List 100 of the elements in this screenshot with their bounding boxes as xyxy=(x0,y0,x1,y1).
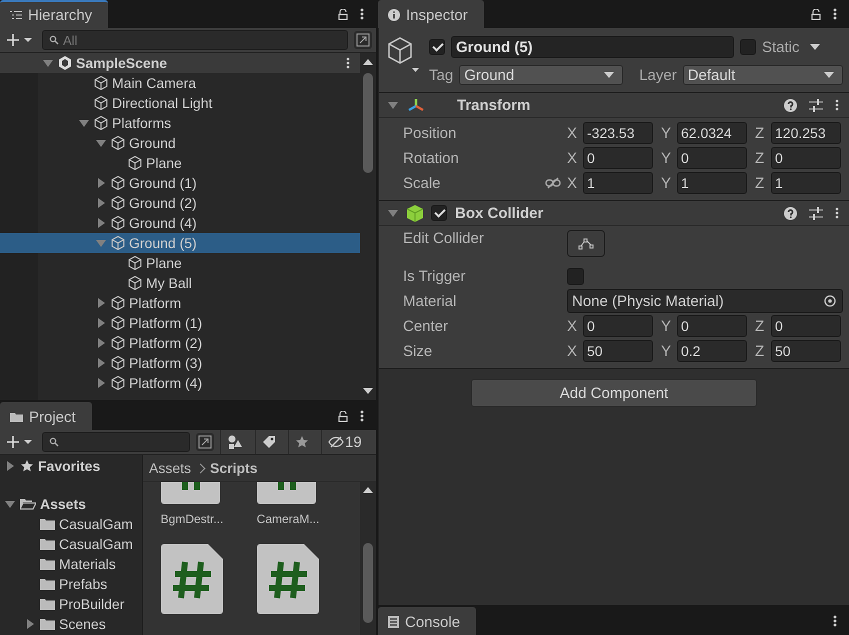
expand-arrow-icon[interactable] xyxy=(387,99,399,111)
script-file-item[interactable]: CameraM... xyxy=(241,482,335,526)
expand-arrow-icon[interactable] xyxy=(24,618,36,630)
expand-arrow-icon[interactable] xyxy=(4,498,16,510)
project-folder-item[interactable]: Materials xyxy=(0,554,142,574)
expand-search-button[interactable] xyxy=(196,433,214,451)
scrollbar[interactable] xyxy=(360,481,376,635)
expand-search-button[interactable] xyxy=(354,31,372,49)
expand-arrow-icon[interactable] xyxy=(42,57,54,69)
number-field[interactable]: 50 xyxy=(583,340,653,362)
expand-arrow-icon[interactable] xyxy=(95,317,107,329)
hierarchy-item[interactable]: Platform (4) xyxy=(0,373,360,393)
number-field[interactable]: 0 xyxy=(583,315,653,337)
more-icon[interactable] xyxy=(835,207,839,219)
breadcrumb-link[interactable]: Assets xyxy=(149,460,192,476)
project-folder-item[interactable]: Favorites xyxy=(0,456,142,476)
project-folder-item[interactable]: CasualGam xyxy=(0,514,142,534)
open-folder-icon xyxy=(20,498,36,510)
expand-arrow-icon[interactable] xyxy=(95,337,107,349)
hierarchy-item[interactable]: Ground xyxy=(0,133,360,153)
number-field[interactable]: 0.2 xyxy=(677,340,747,362)
expand-arrow-icon[interactable] xyxy=(95,177,107,189)
caret-icon[interactable] xyxy=(810,44,820,50)
number-field[interactable]: 120.253 xyxy=(771,122,841,144)
more-icon[interactable] xyxy=(833,8,837,20)
project-tab[interactable]: Project xyxy=(0,402,92,430)
number-field[interactable]: 1 xyxy=(677,172,747,194)
number-field[interactable]: 1 xyxy=(583,172,653,194)
more-icon[interactable] xyxy=(360,8,364,20)
edit-collider-button[interactable] xyxy=(567,230,605,257)
hierarchy-item[interactable]: Platform (1) xyxy=(0,313,360,333)
component-enabled-checkbox[interactable] xyxy=(431,205,447,221)
expand-arrow-icon[interactable] xyxy=(4,460,16,472)
expand-arrow-icon[interactable] xyxy=(95,137,107,149)
breadcrumb-link[interactable]: Scripts xyxy=(210,460,258,476)
hierarchy-item[interactable]: Directional Light xyxy=(0,93,360,113)
scene-row[interactable]: SampleScene xyxy=(0,53,360,73)
inspector-tab[interactable]: Inspector xyxy=(378,0,484,28)
number-field[interactable]: 0 xyxy=(771,147,841,169)
layer-dropdown[interactable]: Default xyxy=(682,65,843,85)
lock-icon[interactable] xyxy=(338,410,348,422)
expand-arrow-icon[interactable] xyxy=(95,217,107,229)
number-field[interactable]: 62.0324 xyxy=(677,122,747,144)
sliders-icon[interactable] xyxy=(809,98,823,112)
hierarchy-item[interactable]: Ground (2) xyxy=(0,193,360,213)
project-folder-item[interactable]: ProBuilder xyxy=(0,594,142,614)
search-field[interactable] xyxy=(42,432,190,452)
number-field[interactable]: 0 xyxy=(677,315,747,337)
target-icon[interactable] xyxy=(824,295,836,307)
number-field[interactable]: 1 xyxy=(771,172,841,194)
number-field[interactable]: 0 xyxy=(771,315,841,337)
number-field[interactable]: 0 xyxy=(677,147,747,169)
expand-arrow-icon[interactable] xyxy=(95,197,107,209)
hierarchy-item[interactable]: My Ball xyxy=(0,273,360,293)
expand-arrow-icon[interactable] xyxy=(387,207,399,219)
hierarchy-item[interactable]: Platform xyxy=(0,293,360,313)
active-checkbox[interactable] xyxy=(429,39,445,55)
sliders-icon[interactable] xyxy=(809,206,823,220)
component-header[interactable]: Box Collider xyxy=(379,201,849,226)
hierarchy-item[interactable]: Ground (5) xyxy=(0,233,360,253)
hierarchy-item[interactable]: Ground (1) xyxy=(0,173,360,193)
hierarchy-item[interactable]: Platforms xyxy=(0,113,360,133)
component-header[interactable]: Transform xyxy=(379,93,849,118)
help-icon[interactable] xyxy=(784,206,797,220)
expand-arrow-icon[interactable] xyxy=(78,117,90,129)
number-field[interactable]: -323.53 xyxy=(583,122,653,144)
hierarchy-tab[interactable]: Hierarchy xyxy=(0,0,108,28)
search-field[interactable]: All xyxy=(42,30,348,50)
unlinked-chain-icon[interactable] xyxy=(545,177,561,189)
console-tab[interactable]: Console xyxy=(378,607,476,635)
expand-arrow-icon[interactable] xyxy=(95,377,107,389)
more-icon[interactable] xyxy=(835,99,839,111)
add-component-button[interactable]: Add Component xyxy=(471,379,757,407)
expand-arrow-icon[interactable] xyxy=(95,357,107,369)
lock-icon[interactable] xyxy=(338,8,348,20)
number-field[interactable]: 50 xyxy=(771,340,841,362)
hierarchy-item[interactable]: Plane xyxy=(0,253,360,273)
project-folder-item[interactable]: Assets xyxy=(0,494,142,514)
more-icon[interactable] xyxy=(360,410,364,422)
project-folder-item[interactable]: Prefabs xyxy=(0,574,142,594)
expand-arrow-icon[interactable] xyxy=(95,297,107,309)
help-icon[interactable] xyxy=(784,98,797,112)
script-file-item[interactable]: BgmDestr... xyxy=(145,482,239,526)
project-folder-item[interactable]: CasualGam xyxy=(0,534,142,554)
hierarchy-item[interactable]: Platform (3) xyxy=(0,353,360,373)
hierarchy-item[interactable]: Ground (4) xyxy=(0,213,360,233)
lock-icon[interactable] xyxy=(811,8,821,20)
project-folder-item[interactable]: Scenes xyxy=(0,614,142,634)
object-field[interactable]: None (Physic Material) xyxy=(567,289,843,313)
hierarchy-item[interactable]: Plane xyxy=(0,153,360,173)
more-icon[interactable] xyxy=(346,57,350,69)
hierarchy-item[interactable]: Main Camera xyxy=(0,73,360,93)
static-checkbox[interactable] xyxy=(740,39,756,55)
hidden-packages-button[interactable]: 19 xyxy=(321,430,368,454)
more-icon[interactable] xyxy=(833,615,837,627)
number-field[interactable]: 0 xyxy=(583,147,653,169)
name-field[interactable]: Ground (5) xyxy=(451,36,734,58)
trigger-checkbox[interactable] xyxy=(567,268,584,284)
tag-dropdown[interactable]: Ground xyxy=(459,65,624,85)
hierarchy-item[interactable]: Platform (2) xyxy=(0,333,360,353)
